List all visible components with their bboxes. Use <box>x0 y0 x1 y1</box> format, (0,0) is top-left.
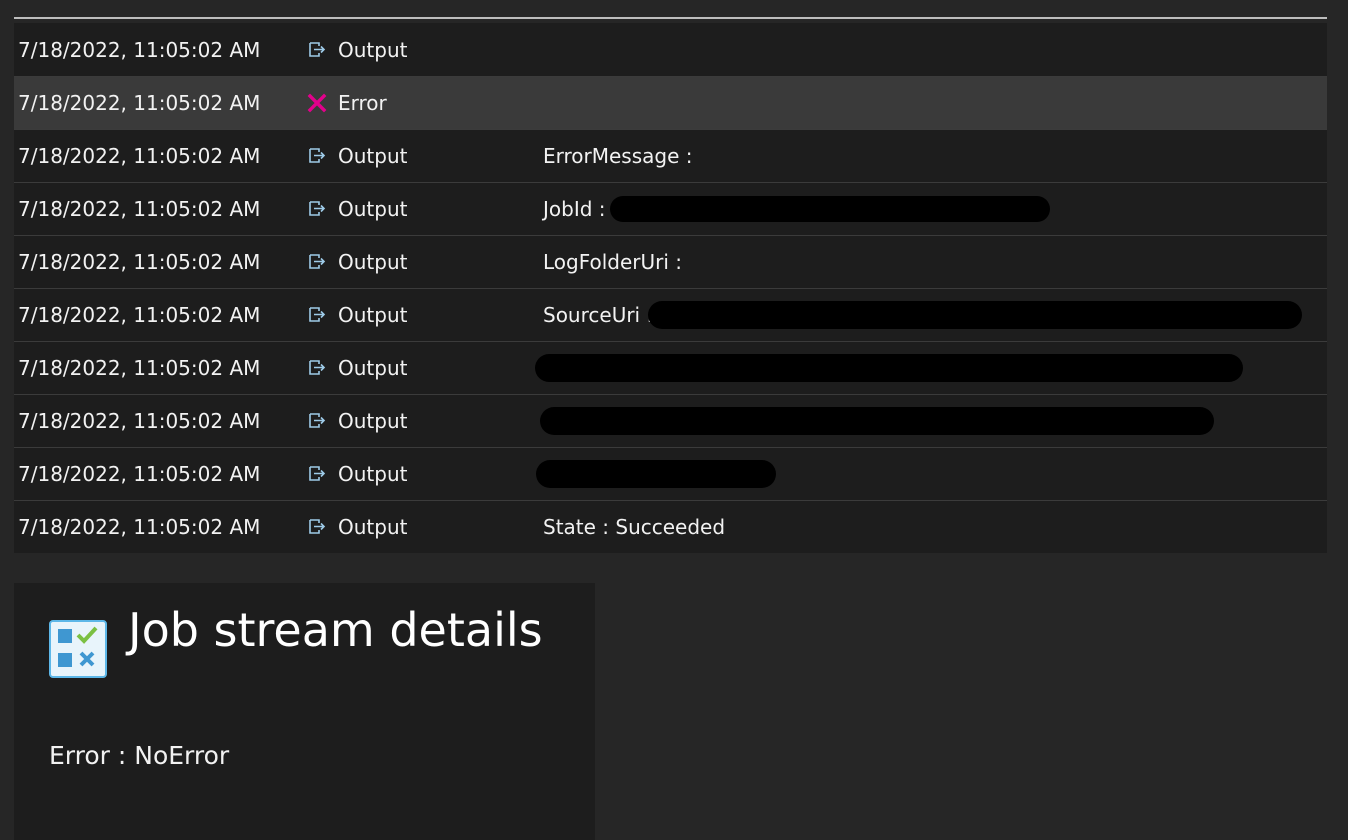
row-timestamp: 7/18/2022, 11:05:02 AM <box>18 197 261 221</box>
redaction-mark <box>610 196 1050 222</box>
row-message: LogFolderUri : <box>543 250 683 274</box>
table-row[interactable]: 7/18/2022, 11:05:02 AM Output LogFolderU… <box>14 236 1327 289</box>
row-timestamp: 7/18/2022, 11:05:02 AM <box>18 250 261 274</box>
redaction-mark <box>648 301 1302 329</box>
row-stream-type: Output <box>307 409 407 433</box>
job-stream-details-icon <box>49 620 107 678</box>
table-row[interactable]: 7/18/2022, 11:05:02 AM Output <box>14 395 1327 448</box>
output-icon <box>309 148 326 163</box>
row-type-label: Output <box>338 37 408 62</box>
row-timestamp: 7/18/2022, 11:05:02 AM <box>18 462 261 486</box>
row-stream-type: Error <box>307 91 387 115</box>
output-icon <box>309 254 326 269</box>
row-stream-type: Output <box>307 38 407 62</box>
table-row[interactable]: 7/18/2022, 11:05:02 AM Output JobId : <box>14 183 1327 236</box>
row-type-label: Output <box>338 303 408 327</box>
details-error-text: Error : NoError <box>49 741 230 770</box>
row-stream-type: Output <box>307 144 407 168</box>
row-stream-type: Output <box>307 303 407 327</box>
row-type-label: Output <box>338 356 408 380</box>
row-stream-type: Output <box>307 197 407 221</box>
row-type-label: Output <box>338 409 408 433</box>
table-row[interactable]: 7/18/2022, 11:05:02 AM Output State : Su… <box>14 501 1327 553</box>
error-x-icon <box>307 93 327 113</box>
output-icon <box>309 307 326 322</box>
row-timestamp: 7/18/2022, 11:05:02 AM <box>18 37 261 62</box>
row-timestamp: 7/18/2022, 11:05:02 AM <box>18 91 261 115</box>
row-type-label: Output <box>338 197 408 221</box>
redaction-mark <box>536 460 776 488</box>
job-stream-details-panel: Job stream details Error : NoError <box>14 583 595 840</box>
job-stream-table: 7/18/2022, 11:05:02 AM Output 7/18/2022,… <box>14 23 1327 553</box>
redaction-mark <box>540 407 1214 435</box>
table-row[interactable]: 7/18/2022, 11:05:02 AM Output <box>14 23 1327 77</box>
output-icon <box>309 41 326 57</box>
row-timestamp: 7/18/2022, 11:05:02 AM <box>18 356 261 380</box>
row-stream-type: Output <box>307 462 407 486</box>
table-row[interactable]: 7/18/2022, 11:05:02 AM Output <box>14 448 1327 501</box>
row-stream-type: Output <box>307 250 407 274</box>
row-type-label: Error <box>338 91 387 115</box>
output-icon <box>309 519 326 534</box>
output-icon <box>309 466 326 481</box>
table-row[interactable]: 7/18/2022, 11:05:02 AM Output <box>14 342 1327 395</box>
row-stream-type: Output <box>307 515 407 539</box>
row-type-label: Output <box>338 515 408 539</box>
row-type-label: Output <box>338 250 408 274</box>
row-timestamp: 7/18/2022, 11:05:02 AM <box>18 409 261 433</box>
row-timestamp: 7/18/2022, 11:05:02 AM <box>18 515 261 539</box>
row-type-label: Output <box>338 144 408 168</box>
output-icon <box>309 413 326 428</box>
output-icon <box>309 360 326 375</box>
row-stream-type: Output <box>307 356 407 380</box>
output-icon <box>309 201 326 216</box>
table-top-divider <box>14 17 1327 19</box>
row-message: SourceUri : <box>543 303 654 327</box>
table-row[interactable]: 7/18/2022, 11:05:02 AM Output SourceUri … <box>14 289 1327 342</box>
row-timestamp: 7/18/2022, 11:05:02 AM <box>18 144 261 168</box>
details-title: Job stream details <box>128 603 543 657</box>
table-row[interactable]: 7/18/2022, 11:05:02 AM Output ErrorMessa… <box>14 130 1327 183</box>
row-message: State : Succeeded <box>543 515 726 539</box>
row-type-label: Output <box>338 462 408 486</box>
table-row-selected[interactable]: 7/18/2022, 11:05:02 AM Error <box>14 77 1327 130</box>
row-timestamp: 7/18/2022, 11:05:02 AM <box>18 303 261 327</box>
row-message: ErrorMessage : <box>543 144 693 168</box>
redaction-mark <box>535 354 1243 382</box>
row-message: JobId : <box>543 197 606 221</box>
